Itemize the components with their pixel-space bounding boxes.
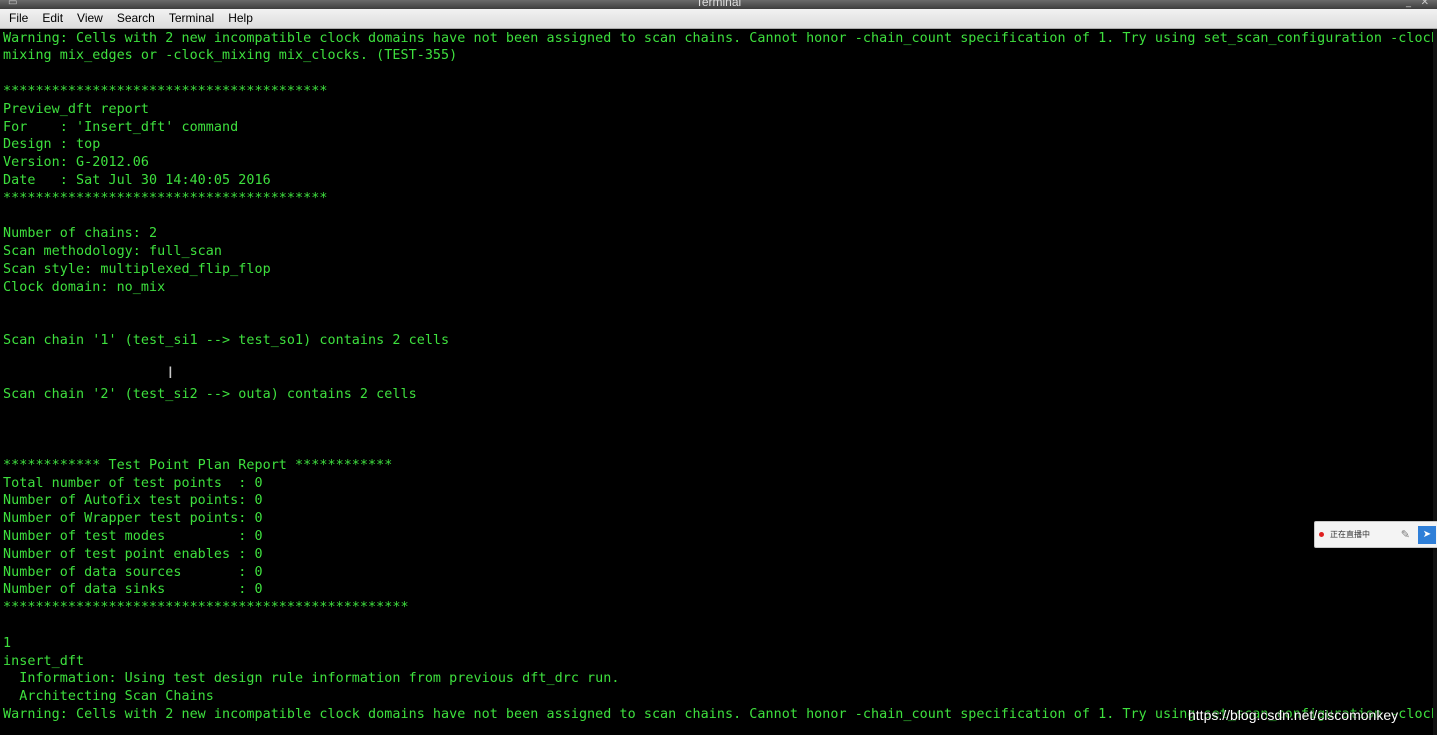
live-stream-label: 正在直播中 — [1330, 530, 1370, 539]
terminal-line: Date : Sat Jul 30 14:40:05 2016 — [3, 172, 271, 188]
terminal-line: **************************************** — [3, 83, 328, 99]
terminal-line: Design : top — [3, 137, 101, 153]
terminal-line: ****************************************… — [3, 600, 409, 616]
terminal-line: insert_dft — [3, 653, 85, 669]
terminal-line: Scan chain '1' (test_si1 --> test_so1) c… — [3, 333, 450, 349]
menu-edit[interactable]: Edit — [34, 9, 69, 28]
terminal-line: Scan style: multiplexed_flip_flop — [3, 261, 271, 277]
live-stream-widget[interactable]: 正在直播中 ✎ ➤ — [1314, 521, 1437, 548]
menu-help[interactable]: Help — [220, 9, 259, 28]
close-icon[interactable]: ✕ — [1421, 0, 1429, 8]
terminal-line: Scan chain '2' (test_si2 --> outa) conta… — [3, 386, 417, 402]
terminal-line: Number of Wrapper test points: 0 — [3, 511, 263, 527]
terminal-line: Number of test modes : 0 — [3, 528, 263, 544]
terminal-line: Information: Using test design rule info… — [3, 671, 620, 687]
menu-bar: File Edit View Search Terminal Help — [0, 9, 1437, 29]
cursor-arrow-button[interactable]: ➤ — [1418, 525, 1436, 544]
terminal-line: Scan methodology: full_scan — [3, 244, 223, 260]
terminal-output[interactable]: Warning: Cells with 2 new incompatible c… — [0, 29, 1437, 735]
terminal-line: Number of test point enables : 0 — [3, 546, 263, 562]
terminal-line: Total number of test points : 0 — [3, 475, 263, 491]
terminal-line: Number of data sinks : 0 — [3, 582, 263, 598]
minimize-icon[interactable]: _ — [1406, 0, 1411, 8]
menu-search[interactable]: Search — [109, 9, 161, 28]
window-title: Terminal — [695, 0, 742, 9]
terminal-line: For : 'Insert_dft' command — [3, 119, 239, 135]
terminal-line: 1 — [3, 635, 12, 651]
menu-terminal[interactable]: Terminal — [161, 9, 220, 28]
terminal-line: Number of data sources : 0 — [3, 564, 263, 580]
menu-view[interactable]: View — [69, 9, 109, 28]
watermark: https://blog.csdn.net/ciscomonkey — [1188, 707, 1399, 723]
terminal-line: Clock domain: no_mix — [3, 279, 166, 295]
terminal-line: mixing mix_edges or -clock_mixing mix_cl… — [3, 48, 458, 64]
terminal-line: Number of Autofix test points: 0 — [3, 493, 263, 509]
recording-dot-icon — [1319, 532, 1324, 537]
menu-file[interactable]: File — [0, 9, 34, 28]
pencil-icon[interactable]: ✎ — [1401, 528, 1410, 541]
terminal-line: Number of chains: 2 — [3, 226, 158, 242]
window-title-bar: Terminal ▭ _ ✕ — [0, 0, 1437, 9]
terminal-line: Architecting Scan Chains — [3, 689, 214, 705]
terminal-scrollbar[interactable] — [1433, 29, 1437, 735]
terminal-line: Warning: Cells with 2 new incompatible c… — [3, 30, 1437, 46]
terminal-line: **************************************** — [3, 190, 328, 206]
terminal-line: Version: G-2012.06 — [3, 155, 150, 171]
window-menu-icon[interactable]: ▭ — [8, 0, 17, 8]
terminal-line: Preview_dft report — [3, 101, 150, 117]
text-cursor-icon: I — [168, 363, 173, 382]
terminal-line: ************ Test Point Plan Report ****… — [3, 457, 393, 473]
